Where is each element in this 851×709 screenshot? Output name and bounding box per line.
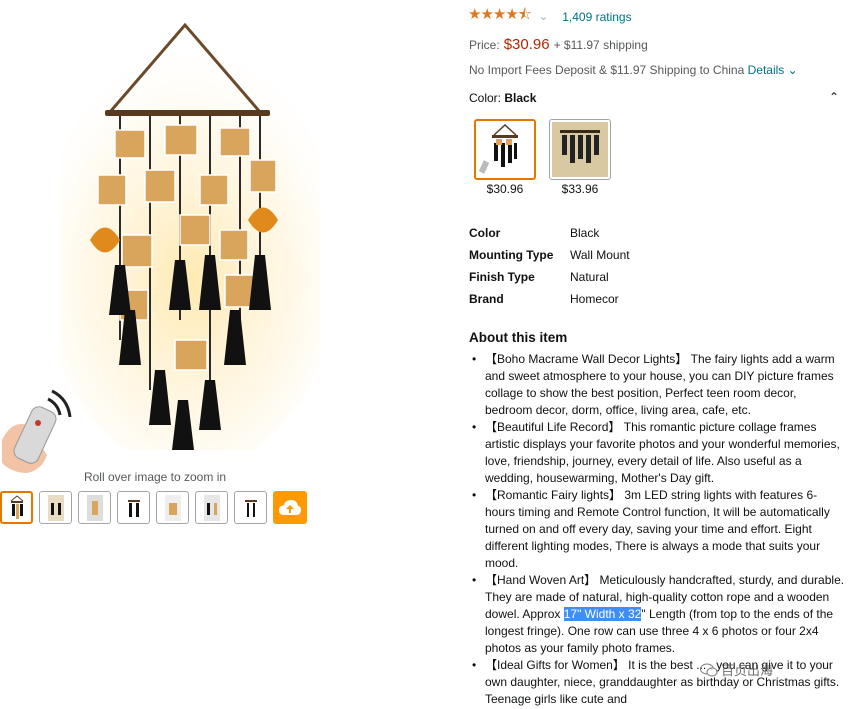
rating-row: ★★★★⯪ ⌄ 1,409 ratings bbox=[468, 4, 632, 29]
spec-key: Mounting Type bbox=[469, 248, 554, 262]
chevron-up-icon[interactable]: ⌃ bbox=[829, 90, 839, 104]
spec-value: Black bbox=[570, 226, 600, 240]
chevron-down-icon[interactable]: ⌄ bbox=[539, 10, 548, 23]
swatch-price: $30.96 bbox=[486, 182, 524, 196]
shipping-cost: + $11.97 shipping bbox=[553, 38, 648, 52]
thumbnail-strip bbox=[0, 491, 307, 524]
thumbnail[interactable] bbox=[78, 491, 111, 524]
about-bullet-list: 【Boho Macrame Wall Decor Lights】 The fai… bbox=[469, 351, 847, 708]
ratings-count-link[interactable]: 1,409 ratings bbox=[562, 10, 631, 24]
price-label: Price: bbox=[469, 38, 500, 52]
about-section-title: About this item bbox=[469, 330, 568, 345]
remote-control-image bbox=[2, 389, 72, 473]
import-details-link[interactable]: Details bbox=[748, 63, 785, 77]
import-fees-text: No Import Fees Deposit & $11.97 Shipping… bbox=[469, 63, 745, 77]
spec-key: Finish Type bbox=[469, 270, 535, 284]
thumbnail[interactable] bbox=[195, 491, 228, 524]
price-amount: $30.96 bbox=[503, 36, 550, 53]
cloud-upload-icon bbox=[279, 499, 301, 515]
swatch-price: $33.96 bbox=[561, 182, 599, 196]
spec-key: Brand bbox=[469, 292, 504, 306]
watermark: 百贞出海 bbox=[700, 660, 773, 679]
spec-key: Color bbox=[469, 226, 501, 240]
color-selector-label: Color: Black bbox=[469, 91, 537, 105]
spec-value: Homecor bbox=[570, 292, 619, 306]
upload-photo-button[interactable] bbox=[273, 491, 307, 524]
product-main-image[interactable] bbox=[60, 10, 320, 450]
wechat-icon bbox=[700, 663, 718, 676]
thumbnail[interactable] bbox=[234, 491, 267, 524]
spec-value: Natural bbox=[570, 270, 609, 284]
list-item: 【Boho Macrame Wall Decor Lights】 The fai… bbox=[469, 351, 847, 419]
list-item: 【Beautiful Life Record】 This romantic pi… bbox=[469, 419, 847, 487]
spec-value: Wall Mount bbox=[570, 248, 630, 262]
thumbnail[interactable] bbox=[39, 491, 72, 524]
color-swatch-alt[interactable] bbox=[549, 119, 611, 180]
text-selection-highlight: 17" Width x 32 bbox=[563, 607, 642, 621]
list-item: 【Romantic Fairy lights】 3m LED string li… bbox=[469, 487, 847, 572]
chevron-down-icon[interactable]: ⌄ bbox=[788, 63, 798, 77]
list-item: 【Ideal Gifts for Women】 It is the best .… bbox=[469, 657, 847, 708]
thumbnail[interactable] bbox=[0, 491, 33, 524]
thumbnail[interactable] bbox=[156, 491, 189, 524]
list-item: 【Hand Woven Art】 Meticulously handcrafte… bbox=[469, 572, 847, 657]
import-fees-row: No Import Fees Deposit & $11.97 Shipping… bbox=[469, 63, 798, 77]
selected-color: Black bbox=[504, 91, 537, 105]
zoom-hint: Roll over image to zoom in bbox=[83, 470, 227, 484]
price-row: Price: $30.96 + $11.97 shipping bbox=[469, 36, 648, 53]
star-rating-icon[interactable]: ★★★★⯪ bbox=[468, 4, 532, 29]
color-swatch-black[interactable] bbox=[474, 119, 536, 180]
thumbnail[interactable] bbox=[117, 491, 150, 524]
